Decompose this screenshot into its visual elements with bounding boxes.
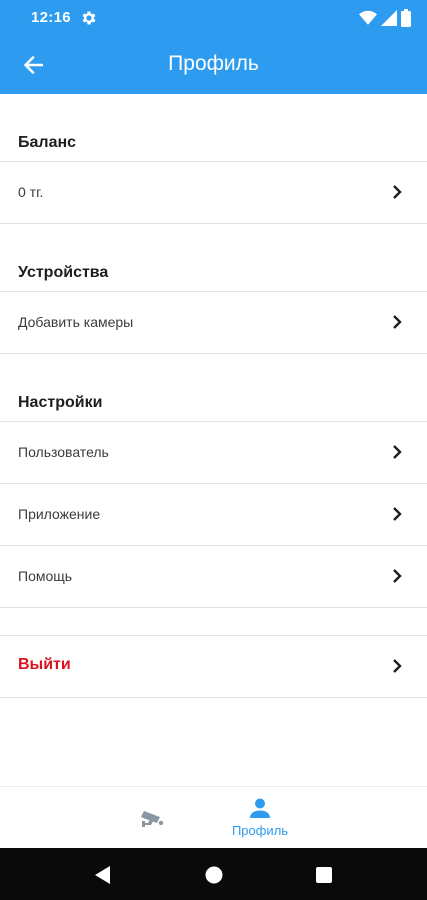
chevron-right-icon (393, 445, 402, 459)
status-bar: 12:16 (0, 0, 427, 36)
app-settings-label: Приложение (18, 506, 101, 522)
system-home-button[interactable] (203, 864, 225, 886)
system-navigation-bar (0, 848, 427, 900)
circle-home-icon (205, 866, 223, 884)
status-icons (359, 9, 411, 27)
chevron-right-icon (393, 185, 402, 199)
nav-profile[interactable]: Профиль (200, 787, 320, 849)
battery-icon (401, 9, 411, 27)
system-back-button[interactable] (92, 864, 114, 886)
triangle-back-icon (95, 866, 110, 884)
add-cameras-row[interactable]: Добавить камеры (0, 292, 427, 354)
settings-gear-icon (82, 11, 96, 25)
cctv-camera-icon (141, 811, 164, 827)
profile-content: Баланс 0 тг. Устройства Добавить камеры … (0, 94, 427, 698)
section-divider (0, 608, 427, 636)
header: 12:16 Профиль (0, 0, 427, 94)
signal-icon (381, 10, 397, 26)
status-time: 12:16 (31, 9, 71, 26)
balance-value: 0 тг. (18, 184, 44, 200)
add-cameras-label: Добавить камеры (18, 314, 134, 330)
help-row[interactable]: Помощь (0, 546, 427, 608)
section-title-devices: Устройства (0, 224, 427, 292)
balance-row[interactable]: 0 тг. (0, 162, 427, 224)
app-bar: Профиль (0, 36, 427, 94)
bottom-navigation: Профиль (0, 786, 427, 848)
page-title: Профиль (168, 52, 259, 75)
logout-row[interactable]: Выйти (0, 636, 427, 698)
square-recents-icon (316, 867, 332, 883)
chevron-right-icon (393, 507, 402, 521)
system-recents-button[interactable] (313, 864, 335, 886)
app-settings-row[interactable]: Приложение (0, 484, 427, 546)
user-settings-row[interactable]: Пользователь (0, 422, 427, 484)
section-title-balance: Баланс (0, 94, 427, 162)
wifi-icon (359, 10, 377, 25)
nav-cameras[interactable] (92, 787, 212, 849)
help-label: Помощь (18, 568, 73, 584)
section-title-settings: Настройки (0, 354, 427, 422)
chevron-right-icon (393, 659, 402, 673)
logout-label: Выйти (18, 656, 71, 673)
user-settings-label: Пользователь (18, 444, 109, 460)
nav-profile-label: Профиль (231, 823, 289, 838)
chevron-right-icon (393, 569, 402, 583)
person-icon (250, 798, 270, 818)
chevron-right-icon (393, 315, 402, 329)
